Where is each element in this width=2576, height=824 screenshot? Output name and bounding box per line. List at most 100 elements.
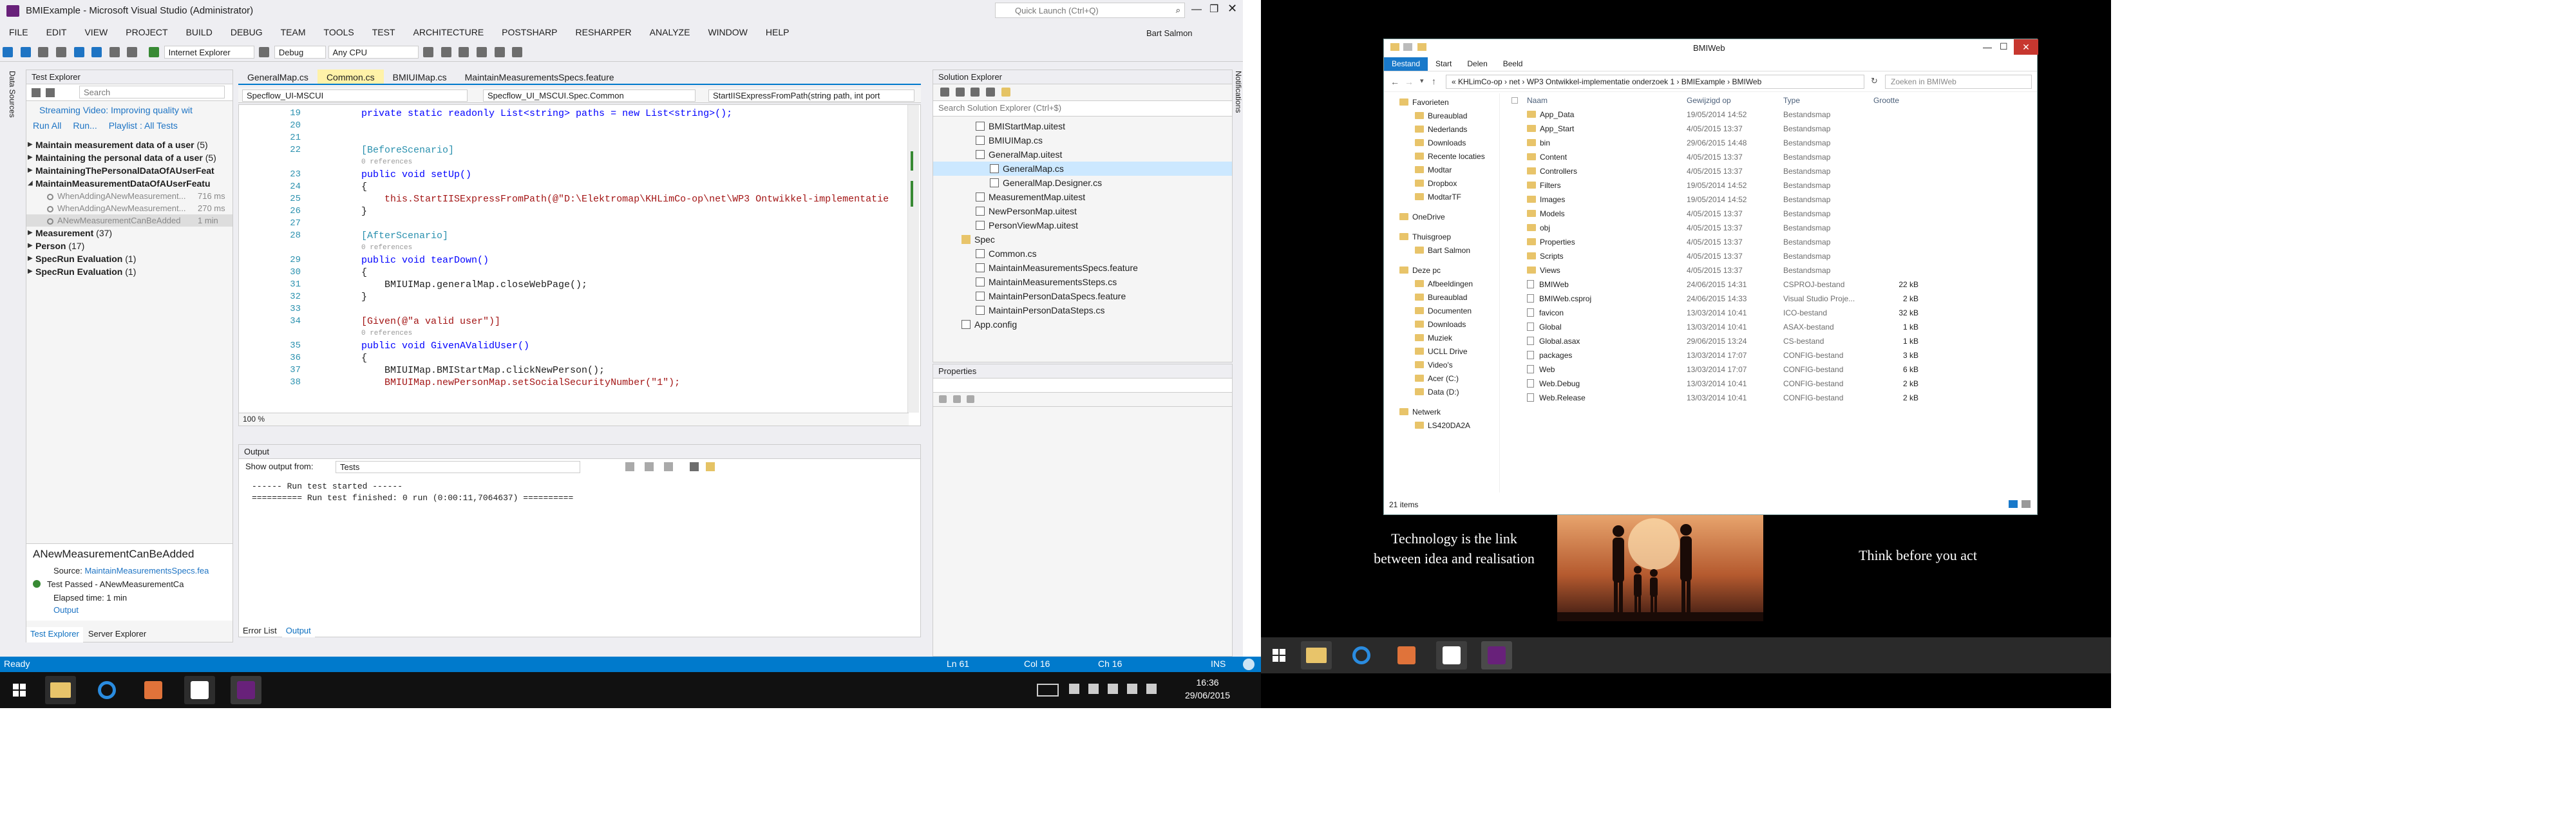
minimize-button[interactable]: —: [1191, 4, 1202, 15]
clock[interactable]: 16:36 29/06/2015: [1185, 676, 1230, 702]
file-row[interactable]: obj 4/05/2015 13:37 Bestandsmap: [1506, 221, 2034, 235]
code-text[interactable]: public void tearDown(): [361, 254, 489, 267]
menu-resharper[interactable]: RESHARPER: [567, 24, 641, 41]
recent-dropdown-icon[interactable]: ▾: [1420, 77, 1424, 85]
find-message-icon[interactable]: [625, 462, 634, 471]
details-view-icon[interactable]: [2009, 500, 2018, 508]
app-taskbar-icon[interactable]: [1436, 641, 1467, 670]
save-all-icon[interactable]: [91, 47, 102, 57]
playlist-link[interactable]: Playlist : All Tests: [109, 120, 178, 131]
menu-team[interactable]: TEAM: [272, 24, 315, 41]
test-item[interactable]: ANewMeasurementCanBeAdded 1 min: [26, 214, 232, 227]
user-name[interactable]: Bart Salmon: [1146, 28, 1193, 38]
tab-test-explorer[interactable]: Test Explorer: [26, 627, 83, 642]
property-pages-icon[interactable]: [967, 395, 975, 403]
solution-item[interactable]: Common.cs: [933, 247, 1232, 261]
nav-item[interactable]: Thuisgroep: [1384, 230, 1499, 244]
new-folder-icon[interactable]: [1417, 43, 1426, 51]
file-explorer-taskbar-icon[interactable]: [45, 676, 76, 704]
code-text[interactable]: 0 references: [361, 242, 412, 254]
uncomment-icon[interactable]: [459, 47, 469, 57]
tray-icon[interactable]: [1069, 684, 1079, 694]
tab-server-explorer[interactable]: Server Explorer: [84, 627, 150, 642]
nav-item[interactable]: Bart Salmon: [1384, 244, 1499, 258]
nav-item[interactable]: Muziek: [1384, 332, 1499, 345]
platform-select[interactable]: Any CPU: [328, 46, 419, 59]
column-size[interactable]: Grootte: [1873, 93, 1899, 108]
menu-view[interactable]: VIEW: [75, 24, 117, 41]
bookmark-next-icon[interactable]: [512, 47, 523, 57]
solution-item[interactable]: Spec: [933, 232, 1232, 247]
test-search-input[interactable]: Search: [79, 86, 225, 98]
tab-common[interactable]: Common.cs: [317, 70, 384, 84]
code-text[interactable]: 0 references: [361, 156, 412, 169]
code-text[interactable]: }: [361, 205, 367, 218]
menu-project[interactable]: PROJECT: [117, 24, 176, 41]
project-dropdown[interactable]: Specflow_UI-MSCUI: [242, 89, 468, 102]
close-button[interactable]: ✕: [1227, 2, 1237, 15]
member-dropdown[interactable]: StartIISExpressFromPath(string path, int…: [708, 89, 914, 102]
solution-item[interactable]: MaintainMeasurementsSteps.cs: [933, 275, 1232, 289]
file-row[interactable]: Global.asax 29/06/2015 13:24 CS-bestand 1 k…: [1506, 334, 2034, 348]
explorer-maximize-button[interactable]: ☐: [2000, 41, 2008, 52]
test-item[interactable]: WhenAddingANewMeasurement... 270 ms: [26, 202, 232, 214]
file-row[interactable]: favicon 13/03/2014 10:41 ICO-bestand 32 kB: [1506, 306, 2034, 320]
nav-item[interactable]: Dropbox: [1384, 177, 1499, 191]
select-all-checkbox[interactable]: [1511, 97, 1518, 104]
properties-icon[interactable]: [985, 88, 995, 97]
file-row[interactable]: BMIWeb.csproj 24/06/2015 14:33 Visual Stud…: [1506, 292, 2034, 306]
home-icon[interactable]: [940, 88, 949, 97]
bookmark-icon[interactable]: [477, 47, 487, 57]
visual-studio-taskbar-icon[interactable]: [231, 676, 261, 704]
nav-item[interactable]: Recente locaties: [1384, 150, 1499, 164]
explorer-minimize-button[interactable]: —: [1983, 42, 1992, 52]
nav-item[interactable]: UCLL Drive: [1384, 345, 1499, 359]
visual-studio-taskbar-icon[interactable]: [1481, 641, 1512, 670]
streaming-video-link[interactable]: Streaming Video: Improving quality wit: [26, 101, 232, 117]
code-text[interactable]: [AfterScenario]: [361, 230, 448, 242]
menu-file[interactable]: FILE: [0, 24, 37, 41]
nav-item[interactable]: Deze pc: [1384, 264, 1499, 277]
test-group[interactable]: ▶ Maintaining the personal data of a user…: [26, 151, 232, 164]
undo-icon[interactable]: [109, 47, 120, 57]
bookmark-prev-icon[interactable]: [494, 47, 505, 57]
network-icon[interactable]: [1127, 684, 1137, 694]
nav-item[interactable]: Downloads: [1384, 318, 1499, 332]
type-dropdown[interactable]: Specflow_UI_MSCUI.Spec.Common: [483, 89, 696, 102]
settings-icon[interactable]: [46, 88, 55, 97]
internet-explorer-taskbar-icon[interactable]: [91, 676, 122, 704]
volume-icon[interactable]: [1146, 684, 1157, 694]
output-source-select[interactable]: Tests: [336, 461, 580, 473]
ribbon-tab-bestand[interactable]: Bestand: [1384, 57, 1428, 71]
comment-icon[interactable]: [440, 47, 451, 57]
code-text[interactable]: BMIUIMap.newPersonMap.setSocialSecurityN…: [361, 377, 680, 389]
categorized-icon[interactable]: [939, 395, 947, 403]
code-text[interactable]: {: [361, 181, 367, 193]
menu-edit[interactable]: EDIT: [37, 24, 76, 41]
nav-item[interactable]: Favorieten: [1384, 96, 1499, 109]
app-taskbar-icon[interactable]: [184, 676, 215, 704]
solution-item[interactable]: PersonViewMap.uitest: [933, 218, 1232, 232]
sync-icon[interactable]: [955, 88, 965, 97]
code-text[interactable]: [BeforeScenario]: [361, 144, 454, 156]
solution-item[interactable]: MaintainPersonDataSpecs.feature: [933, 289, 1232, 303]
redo-icon[interactable]: [127, 47, 138, 57]
notifications-tab[interactable]: Notifications: [1234, 71, 1243, 113]
solution-item[interactable]: MeasurementMap.uitest: [933, 190, 1232, 204]
test-group[interactable]: ▶ Maintain measurement data of a user (5): [26, 138, 232, 151]
solution-item[interactable]: MaintainMeasurementsSpecs.feature: [933, 261, 1232, 275]
nav-item[interactable]: Data (D:): [1384, 386, 1499, 399]
new-project-icon[interactable]: [38, 47, 49, 57]
ribbon-tab-beeld[interactable]: Beeld: [1495, 57, 1531, 71]
large-icons-view-icon[interactable]: [2022, 500, 2031, 508]
file-row[interactable]: Controllers 4/05/2015 13:37 Bestandsmap: [1506, 164, 2034, 178]
start-button-secondary[interactable]: [1264, 641, 1294, 670]
alphabetical-icon[interactable]: [952, 395, 961, 403]
file-row[interactable]: Images 19/05/2014 14:52 Bestandsmap: [1506, 192, 2034, 207]
run-link[interactable]: Run...: [73, 120, 97, 131]
menu-test[interactable]: TEST: [363, 24, 404, 41]
data-sources-tab[interactable]: Data Sources: [8, 71, 17, 118]
output-link[interactable]: Output: [26, 604, 232, 616]
code-text[interactable]: {: [361, 352, 367, 364]
file-explorer-taskbar-icon[interactable]: [1301, 641, 1332, 670]
